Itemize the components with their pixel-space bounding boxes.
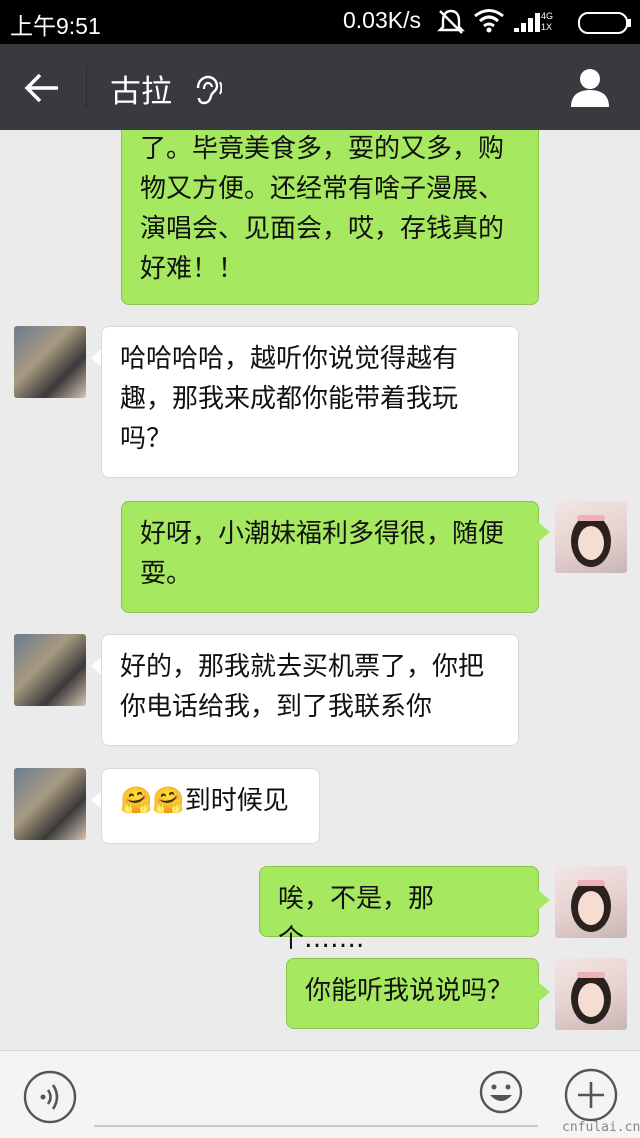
network-sub-label: 1X	[541, 22, 552, 32]
plus-icon[interactable]	[563, 1067, 619, 1123]
message-bubble-sent[interactable]: 唉，不是，那个…….	[259, 866, 539, 954]
message-line: 耍。	[140, 559, 193, 589]
status-net-speed: 0.03K/s	[343, 7, 421, 33]
avatar-me-picture	[571, 880, 611, 932]
message-bubble-received[interactable]: 哈哈哈哈，越听你说觉得越有 趣，那我来成都你能带着我玩 吗？	[101, 326, 519, 478]
wifi-icon	[474, 9, 504, 33]
voice-input-icon[interactable]	[22, 1069, 78, 1125]
message-line: 好难！！	[140, 254, 245, 284]
bubble-tail	[538, 522, 550, 542]
bubble-tail	[538, 982, 550, 1002]
message-line: 演唱会、见面会，哎，存钱真的	[140, 214, 505, 244]
message-line: 好的，那我就去买机票了，你把	[120, 652, 485, 682]
message-bubble-received[interactable]: 好的，那我就去买机票了，你把 你电话给我，到了我联系你	[101, 634, 519, 746]
avatar-me[interactable]	[555, 958, 627, 1030]
message-bubble-sent[interactable]: 你能听我说说吗？	[286, 958, 539, 1029]
battery-icon	[578, 12, 631, 34]
message-line: 哈哈哈哈，越听你说觉得越有	[120, 344, 459, 374]
chat-area[interactable]: 了。毕竟美食多，耍的又多，购 物又方便。还经常有啥子漫展、 演唱会、见面会，哎，…	[0, 130, 640, 1050]
bubble-tail	[538, 890, 550, 910]
avatar-me-picture	[571, 515, 611, 567]
mute-icon	[437, 9, 465, 34]
message-bubble-sent[interactable]: 了。毕竟美食多，耍的又多，购 物又方便。还经常有啥子漫展、 演唱会、见面会，哎，…	[121, 130, 539, 305]
chat-header: 古拉	[0, 44, 640, 130]
back-arrow-icon[interactable]	[22, 68, 62, 108]
message-line: 好呀，小潮妹福利多得很，随便	[140, 519, 505, 549]
status-time: 上午9:51	[10, 13, 101, 39]
avatar-friend[interactable]	[14, 634, 86, 706]
signal-icon: 4G 1X	[514, 11, 553, 32]
profile-icon[interactable]	[570, 66, 610, 108]
avatar-me-picture	[571, 972, 611, 1024]
emoji-icon[interactable]	[478, 1069, 524, 1115]
avatar-me[interactable]	[555, 501, 627, 573]
avatar-friend[interactable]	[14, 768, 86, 840]
message-line: 唉，不是，那个…….	[278, 884, 435, 954]
message-bubble-sent[interactable]: 好呀，小潮妹福利多得很，随便 耍。	[121, 501, 539, 613]
input-bar	[0, 1050, 640, 1138]
status-bar: 上午9:51 0.03K/s 4G 1X	[0, 0, 640, 44]
avatar-friend[interactable]	[14, 326, 86, 398]
chat-title[interactable]: 古拉	[110, 66, 172, 111]
message-line: 趣，那我来成都你能带着我玩	[120, 384, 459, 414]
earpiece-icon	[196, 75, 222, 105]
avatar-me[interactable]	[555, 866, 627, 938]
message-line: 了。毕竟美食多，耍的又多，购	[140, 134, 505, 164]
watermark: cnfulai.cn	[562, 1120, 640, 1135]
header-divider	[86, 66, 87, 108]
message-line: 你能听我说说吗？	[305, 976, 514, 1006]
message-line: 吗？	[120, 424, 173, 454]
message-line: 🤗🤗到时候见	[120, 786, 289, 816]
message-bubble-received[interactable]: 🤗🤗到时候见	[101, 768, 320, 844]
message-line: 你电话给我，到了我联系你	[120, 692, 433, 722]
text-input-underline[interactable]	[94, 1125, 538, 1127]
message-line: 物又方便。还经常有啥子漫展、	[140, 174, 505, 204]
network-type-label: 4G	[541, 11, 553, 21]
